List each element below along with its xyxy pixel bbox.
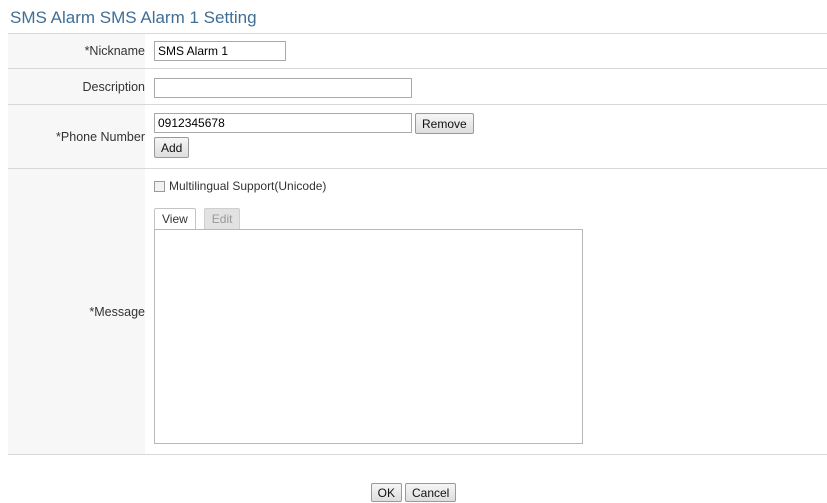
multilingual-option[interactable]: Multilingual Support(Unicode): [154, 179, 326, 193]
description-field-cell: [145, 69, 827, 104]
phone-number-input[interactable]: [154, 113, 412, 133]
message-label: *Message: [8, 169, 145, 454]
description-input[interactable]: [154, 78, 412, 98]
tab-view[interactable]: View: [154, 208, 196, 229]
nickname-input[interactable]: [154, 41, 286, 61]
phone-field-cell: Remove Add: [145, 105, 827, 168]
cancel-button[interactable]: Cancel: [404, 483, 457, 502]
settings-form: *Nickname Description *Phone Number Remo…: [8, 33, 827, 455]
phone-row: *Phone Number Remove Add: [8, 105, 827, 169]
message-tabs: View Edit: [154, 208, 241, 229]
page-title: SMS Alarm SMS Alarm 1 Setting: [10, 8, 257, 27]
nickname-field-cell: [145, 34, 827, 68]
form-actions: OK Cancel: [0, 483, 827, 502]
multilingual-label: Multilingual Support(Unicode): [169, 179, 327, 193]
ok-button[interactable]: OK: [370, 483, 402, 502]
remove-phone-button[interactable]: Remove: [415, 113, 474, 134]
phone-label: *Phone Number: [8, 105, 145, 168]
nickname-row: *Nickname: [8, 33, 827, 69]
description-row: Description: [8, 69, 827, 105]
nickname-label: *Nickname: [8, 34, 145, 68]
tab-edit[interactable]: Edit: [203, 208, 241, 229]
message-preview-box[interactable]: [154, 229, 583, 444]
message-row: *Message Multilingual Support(Unicode) V…: [8, 169, 827, 455]
message-field-cell: Multilingual Support(Unicode) View Edit: [145, 169, 827, 454]
add-phone-button[interactable]: Add: [154, 137, 190, 158]
description-label: Description: [8, 69, 145, 104]
multilingual-checkbox[interactable]: [154, 180, 165, 192]
